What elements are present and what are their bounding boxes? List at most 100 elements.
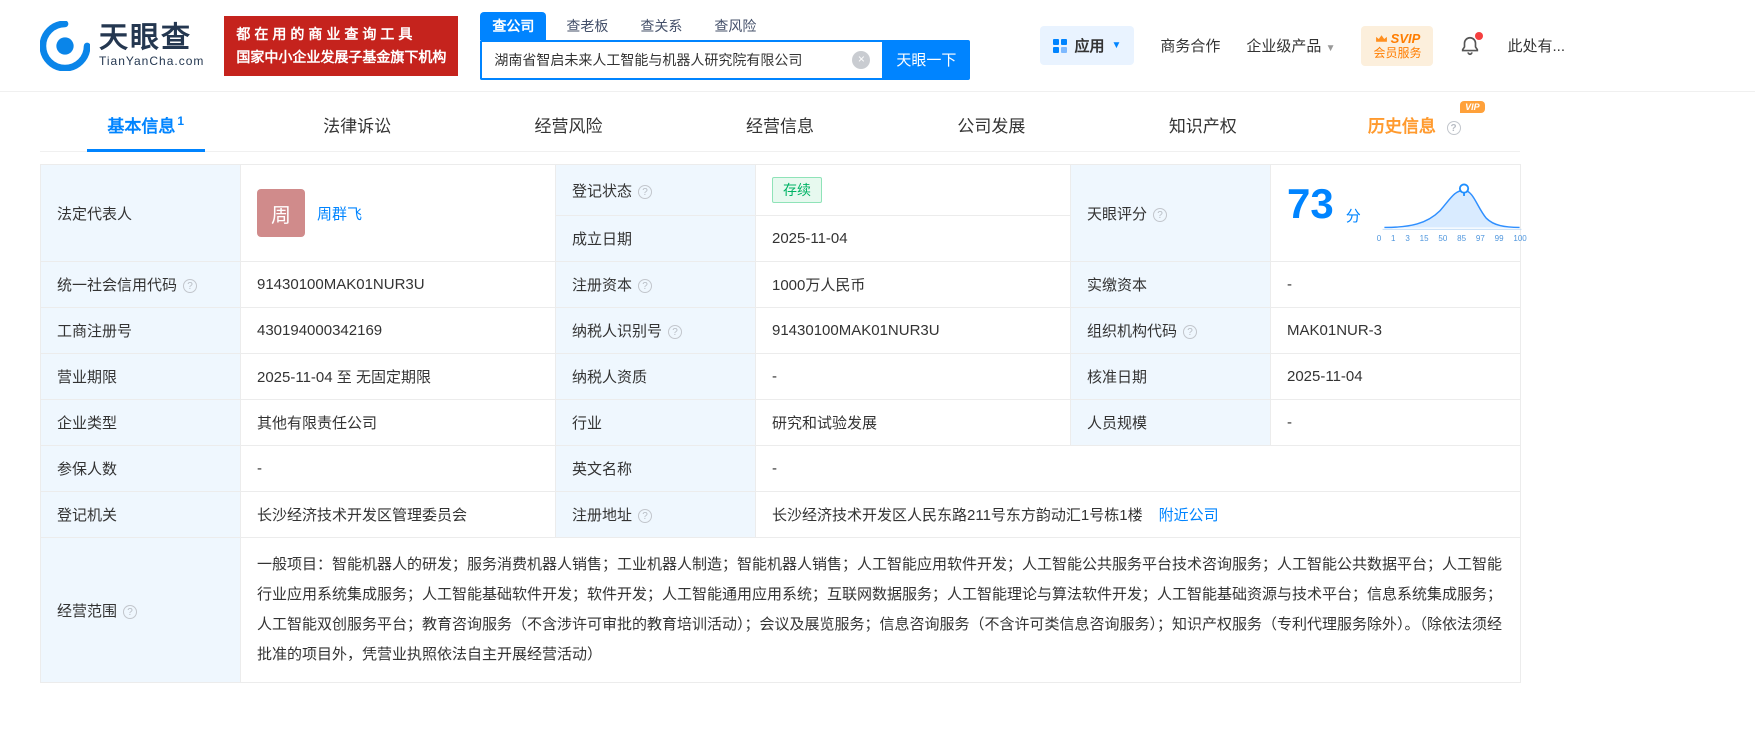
slogan-line2: 国家中小企业发展子基金旗下机构: [236, 48, 447, 65]
field-label-company-type: 企业类型: [40, 399, 241, 446]
search-block: 查公司 查老板 查关系 查风险 × 天眼一下: [480, 11, 971, 80]
field-value-english-name: -: [755, 445, 1521, 492]
score-distribution-chart: 0 1 3 15 50 85 97 99 100: [1377, 183, 1527, 243]
tab-label: 基本信息: [107, 117, 176, 136]
logo-text: 天眼查 TianYanCha.com: [99, 22, 205, 69]
field-label-staff-size: 人员规模: [1070, 399, 1271, 446]
field-value-company-type: 其他有限责任公司: [240, 399, 556, 446]
clear-search-icon[interactable]: ×: [852, 50, 871, 69]
field-value-reg-status: 存续: [755, 164, 1071, 216]
field-label-taxpayer-qualification: 纳税人资质: [555, 353, 756, 400]
field-label-org-code: 组织机构代码: [1070, 307, 1271, 354]
table-row: 登记机关 长沙经济技术开发区管理委员会 注册地址 长沙经济技术开发区人民东路21…: [40, 491, 1521, 538]
table-row: 经营范围 一般项目：智能机器人的研发；服务消费机器人销售；工业机器人制造；智能机…: [40, 537, 1521, 683]
field-value-business-term: 2025-11-04 至 无固定期限: [240, 353, 556, 400]
field-label-paid-capital: 实缴资本: [1070, 261, 1271, 308]
tab-operating-info[interactable]: 经营信息: [674, 96, 885, 151]
search-row: × 天眼一下: [480, 39, 971, 80]
field-value-reg-capital: 1000万人民币: [755, 261, 1071, 308]
field-value-score: 73 分 0 1 3 15 50 85 97 99 100: [1270, 164, 1527, 262]
tab-operating-risk[interactable]: 经营风险: [463, 96, 674, 151]
field-label-score: 天眼评分: [1070, 164, 1271, 262]
score-value: 73: [1287, 180, 1334, 227]
field-value-taxpayer-qualification: -: [755, 353, 1071, 400]
nav-business-cooperation[interactable]: 商务合作: [1160, 35, 1220, 56]
field-label-industry: 行业: [555, 399, 756, 446]
enterprise-label: 企业级产品: [1246, 38, 1322, 55]
help-icon[interactable]: [638, 509, 653, 523]
tab-legal-proceedings[interactable]: 法律诉讼: [251, 96, 462, 151]
legal-rep-link[interactable]: 周群飞: [317, 203, 362, 224]
tab-label: 历史信息: [1367, 117, 1436, 136]
table-row: 工商注册号 430194000342169 纳税人识别号 91430100MAK…: [40, 307, 1521, 354]
field-value-industry: 研究和试验发展: [755, 399, 1071, 446]
search-button[interactable]: 天眼一下: [882, 39, 971, 80]
nearby-companies-link[interactable]: 附近公司: [1159, 507, 1219, 524]
company-basic-info-table: 法定代表人 周 周群飞 登记状态 存续 天眼评分 73 分: [40, 164, 1527, 683]
help-icon[interactable]: [638, 279, 653, 293]
tab-company-development[interactable]: 公司发展: [886, 96, 1097, 151]
search-tab-company[interactable]: 查公司: [480, 11, 547, 40]
search-tab-relation[interactable]: 查关系: [628, 12, 694, 40]
help-icon[interactable]: [1446, 121, 1461, 135]
user-menu[interactable]: 此处有...: [1507, 35, 1565, 56]
field-label-insured-count: 参保人数: [40, 445, 241, 492]
tab-label: 公司发展: [957, 117, 1026, 136]
help-icon[interactable]: [183, 279, 198, 293]
notification-bell-icon[interactable]: [1459, 31, 1484, 57]
search-input[interactable]: [480, 39, 883, 80]
axis-tick: 85: [1457, 234, 1467, 243]
field-label-establish-date: 成立日期: [555, 215, 756, 262]
field-value-approval-date: 2025-11-04: [1270, 353, 1521, 400]
search-tab-boss[interactable]: 查老板: [554, 12, 620, 40]
score-axis: 0 1 3 15 50 85 97 99 100: [1377, 234, 1527, 243]
apps-button[interactable]: 应用 ▼: [1040, 26, 1135, 65]
field-value-establish-date: 2025-11-04: [755, 215, 1071, 262]
table-row: 营业期限 2025-11-04 至 无固定期限 纳税人资质 - 核准日期 202…: [40, 353, 1521, 400]
field-value-reg-authority: 长沙经济技术开发区管理委员会: [240, 491, 556, 538]
axis-tick: 15: [1419, 234, 1429, 243]
crown-icon: [1375, 34, 1387, 42]
tab-intellectual-property[interactable]: 知识产权: [1097, 96, 1308, 151]
section-tabs: 基本信息 1 法律诉讼 经营风险 经营信息 公司发展 知识产权 VIP 历史信息: [40, 96, 1520, 152]
status-badge: 存续: [772, 177, 822, 203]
field-value-staff-size: -: [1270, 399, 1521, 446]
brand-domain: TianYanCha.com: [99, 54, 205, 69]
field-label-approval-date: 核准日期: [1070, 353, 1271, 400]
field-label-reg-capital: 注册资本: [555, 261, 756, 308]
help-icon[interactable]: [1153, 207, 1168, 222]
field-value-business-scope: 一般项目：智能机器人的研发；服务消费机器人销售；工业机器人制造；智能机器人销售；…: [240, 537, 1521, 683]
field-label-business-term: 营业期限: [40, 353, 241, 400]
field-value-reg-number: 430194000342169: [240, 307, 556, 354]
axis-tick: 99: [1494, 234, 1504, 243]
field-value-legal-rep: 周 周群飞: [240, 164, 556, 262]
svip-label: SVIP: [1390, 30, 1421, 46]
axis-tick: 0: [1376, 234, 1382, 243]
chevron-down-icon: ▼: [1111, 40, 1122, 51]
field-value-insured-count: -: [240, 445, 556, 492]
field-label-legal-rep: 法定代表人: [40, 164, 241, 262]
svip-membership-badge[interactable]: SVIP 会员服务: [1361, 25, 1434, 66]
field-value-paid-capital: -: [1270, 261, 1521, 308]
help-icon[interactable]: [123, 604, 138, 619]
apps-label: 应用: [1074, 38, 1105, 55]
search-tab-risk[interactable]: 查风险: [702, 12, 768, 40]
legal-rep-avatar[interactable]: 周: [257, 189, 305, 237]
field-label-business-scope: 经营范围: [40, 537, 241, 683]
logo[interactable]: 天眼查 TianYanCha.com: [40, 20, 205, 71]
top-header: 天眼查 TianYanCha.com 都在用的商业查询工具 国家中小企业发展子基…: [0, 0, 1755, 92]
nav-enterprise-products[interactable]: 企业级产品 ▼: [1246, 35, 1335, 56]
help-icon[interactable]: [668, 325, 683, 339]
field-value-credit-code: 91430100MAK01NUR3U: [240, 261, 556, 308]
field-label-credit-code: 统一社会信用代码: [40, 261, 241, 308]
header-right-nav: 应用 ▼ 商务合作 企业级产品 ▼ SVIP 会员服务 此处有...: [1040, 25, 1565, 66]
table-row: 法定代表人 周 周群飞 登记状态 存续 天眼评分 73 分: [40, 164, 1527, 262]
help-icon[interactable]: [1183, 325, 1198, 339]
table-row: 统一社会信用代码 91430100MAK01NUR3U 注册资本 1000万人民…: [40, 261, 1521, 308]
tab-label: 知识产权: [1168, 117, 1237, 136]
help-icon[interactable]: [638, 184, 653, 199]
tab-history-info[interactable]: VIP 历史信息: [1309, 96, 1520, 151]
address-text: 长沙经济技术开发区人民东路211号东方韵动汇1号栋1楼: [772, 507, 1143, 524]
axis-tick: 3: [1405, 234, 1410, 243]
tab-basic-info[interactable]: 基本信息 1: [40, 96, 251, 152]
